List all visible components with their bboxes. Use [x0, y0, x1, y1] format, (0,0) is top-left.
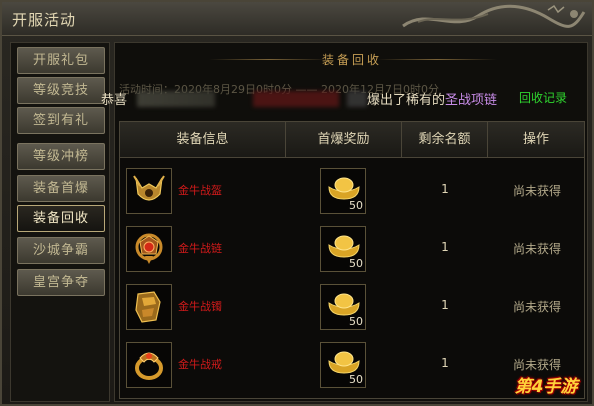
claim-status: 尚未获得	[512, 358, 561, 372]
sidebar-item-level-ranking[interactable]: 等级冲榜	[17, 143, 105, 170]
broadcast-bar: 恭喜 爆出了稀有的圣战项链 回收记录	[101, 89, 589, 109]
remaining-quota: 1	[441, 182, 449, 196]
reward-count: 50	[349, 315, 363, 328]
panel-title: 装备回收	[321, 53, 382, 67]
reward-count: 50	[349, 199, 363, 212]
blurred-player-name	[137, 91, 215, 107]
col-header-equipment: 装备信息	[120, 122, 286, 158]
sidebar-item-sign-in-gift[interactable]: 签到有礼	[17, 107, 105, 134]
claim-status: 尚未获得	[512, 184, 561, 198]
bracelet-icon	[135, 291, 161, 323]
sidebar-item-level-competition[interactable]: 等级竞技	[17, 77, 105, 104]
blurred-server-name	[253, 91, 339, 107]
claim-status: 尚未获得	[512, 242, 561, 256]
claim-status: 尚未获得	[512, 300, 561, 314]
reward-slot[interactable]: 50	[320, 284, 366, 330]
reward-count: 50	[349, 373, 363, 386]
reward-slot[interactable]: 50	[320, 168, 366, 214]
remaining-quota: 1	[441, 298, 449, 312]
sidebar-item-equipment-recycle[interactable]: 装备回收	[17, 205, 105, 232]
equipment-slot[interactable]	[126, 342, 172, 388]
broadcast-message: 爆出了稀有的圣战项链	[367, 93, 498, 108]
window-title: 开服活动	[12, 11, 77, 29]
equipment-name: 金牛战盔	[178, 184, 222, 197]
sidebar-item-castle-war[interactable]: 沙城争霸	[17, 237, 105, 264]
rare-item-name: 圣战项链	[445, 93, 498, 108]
reward-slot[interactable]: 50	[320, 342, 366, 388]
blurred-text	[347, 91, 367, 107]
sidebar-item-opening-gift[interactable]: 开服礼包	[17, 47, 105, 74]
col-header-action: 操作	[522, 132, 549, 147]
reward-slot[interactable]: 50	[320, 226, 366, 272]
table-row: 金牛战镯 50 1 尚未获得	[120, 278, 584, 336]
table-row: 金牛战盔 50 1 尚未获得	[120, 162, 584, 220]
table-header: 装备信息 首爆奖励 剩余名额 操作	[120, 122, 584, 158]
gold-ingot-icon	[328, 351, 360, 374]
title-bar: 开服活动	[2, 2, 592, 36]
remaining-quota: 1	[441, 240, 449, 254]
equipment-name: 金牛战链	[178, 242, 222, 255]
necklace-icon	[135, 233, 163, 264]
activity-window: 开服活动 开服礼包 等级竞技 签到有礼 等级冲榜 装备首爆 装备回收 沙城争霸 …	[0, 0, 594, 406]
gold-ingot-icon	[328, 235, 360, 258]
equipment-slot[interactable]	[126, 168, 172, 214]
sidebar-item-first-drop[interactable]: 装备首爆	[17, 175, 105, 202]
activity-sidebar: 开服礼包 等级竞技 签到有礼 等级冲榜 装备首爆 装备回收 沙城争霸 皇宫争夺	[10, 42, 110, 402]
equipment-name: 金牛战镯	[178, 300, 222, 313]
ring-icon	[135, 352, 163, 380]
reward-count: 50	[349, 257, 363, 270]
recycle-table: 装备信息 首爆奖励 剩余名额 操作 金牛战盔 50 1 尚未获得 金牛战链 50…	[119, 121, 585, 399]
equipment-slot[interactable]	[126, 226, 172, 272]
helmet-icon	[133, 175, 165, 201]
col-header-reward: 首爆奖励	[286, 122, 402, 158]
remaining-quota: 1	[441, 356, 449, 370]
site-watermark: 第4手游	[514, 377, 578, 397]
table-row: 金牛战链 50 1 尚未获得	[120, 220, 584, 278]
equipment-slot[interactable]	[126, 284, 172, 330]
sidebar-item-palace-war[interactable]: 皇宫争夺	[17, 269, 105, 296]
gold-ingot-icon	[328, 293, 360, 316]
recycle-record-link[interactable]: 回收记录	[519, 89, 567, 106]
equipment-name: 金牛战戒	[178, 358, 222, 371]
dragon-ornament-icon	[402, 4, 586, 28]
broadcast-prefix: 恭喜	[101, 93, 128, 108]
gold-ingot-icon	[328, 177, 360, 200]
col-header-remaining: 剩余名额	[402, 122, 488, 158]
recycle-panel: 装备回收 活动时间：2020年8月29日0时0分 —— 2020年12月7日0时…	[101, 42, 589, 402]
